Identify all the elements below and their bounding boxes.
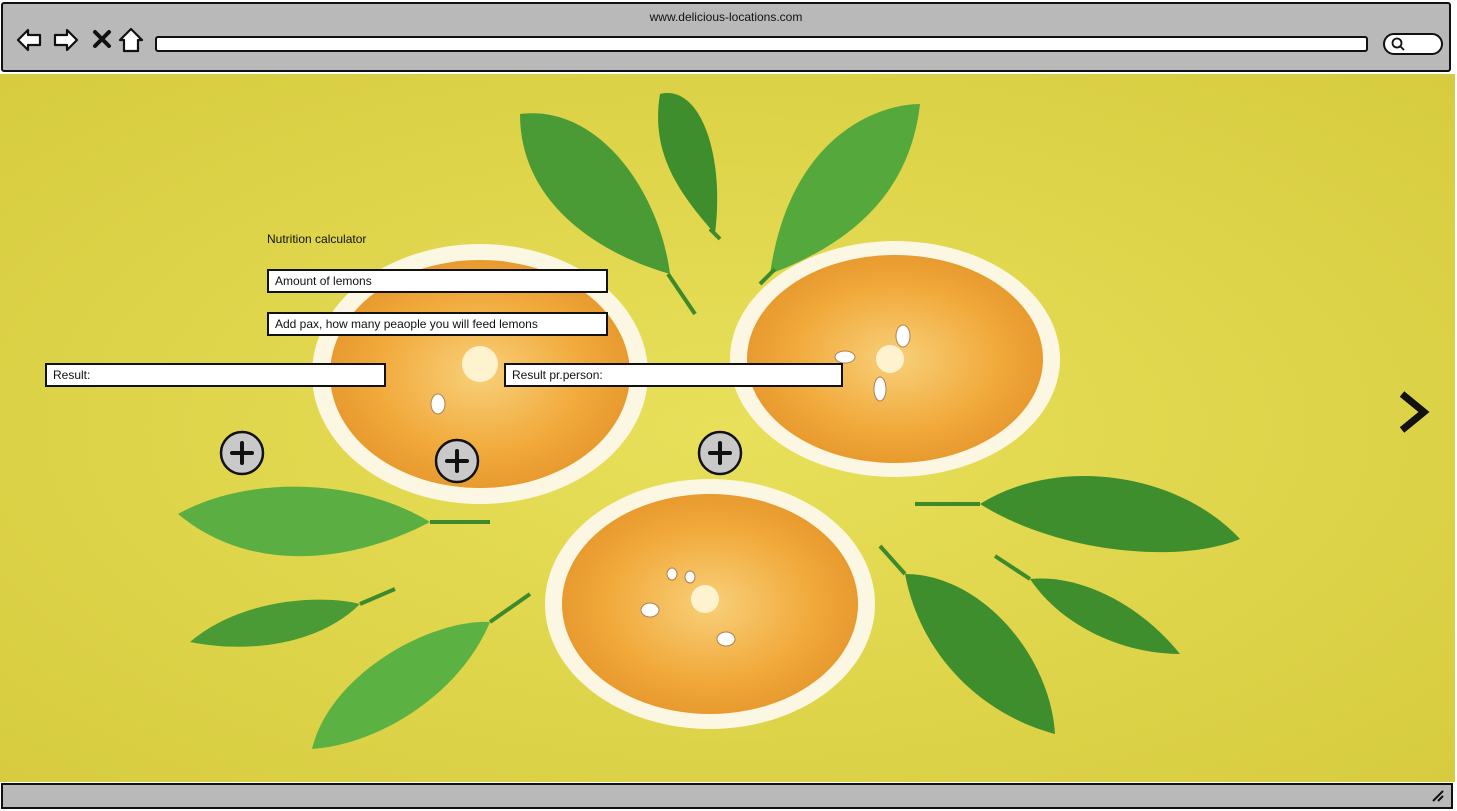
add-button-1[interactable] — [219, 430, 265, 476]
result-per-person-field[interactable]: Result pr.person: — [504, 363, 843, 387]
browser-toolbar: www.delicious-locations.com — [1, 2, 1451, 72]
stop-button[interactable] — [89, 26, 117, 54]
plus-circle-icon — [434, 438, 480, 484]
home-icon — [118, 27, 144, 53]
pax-input[interactable]: Add pax, how many peaople you will feed … — [267, 312, 608, 336]
resize-grip[interactable] — [1431, 789, 1445, 803]
forward-button[interactable] — [52, 26, 80, 54]
lemons-background-image — [0, 74, 1455, 782]
arrow-right-icon — [53, 28, 79, 52]
status-bar — [1, 783, 1453, 809]
chevron-right-icon — [1399, 391, 1430, 433]
resize-grip-icon — [1432, 790, 1444, 802]
search-icon — [1391, 37, 1405, 51]
back-button[interactable] — [15, 26, 43, 54]
search-field[interactable] — [1383, 33, 1443, 55]
close-icon — [93, 30, 111, 48]
calculator-title: Nutrition calculator — [267, 232, 367, 246]
arrow-left-icon — [16, 28, 42, 52]
page-url: www.delicious-locations.com — [649, 10, 803, 24]
address-bar[interactable] — [155, 36, 1368, 52]
page-content: Nutrition calculator Amount of lemons Ad… — [0, 74, 1455, 782]
plus-circle-icon — [219, 430, 265, 476]
add-button-2[interactable] — [434, 438, 480, 484]
plus-circle-icon — [697, 430, 743, 476]
home-button[interactable] — [117, 26, 145, 54]
add-button-3[interactable] — [697, 430, 743, 476]
result-field[interactable]: Result: — [45, 363, 386, 387]
amount-of-lemons-input[interactable]: Amount of lemons — [267, 269, 608, 293]
next-slide-button[interactable] — [1396, 390, 1430, 434]
